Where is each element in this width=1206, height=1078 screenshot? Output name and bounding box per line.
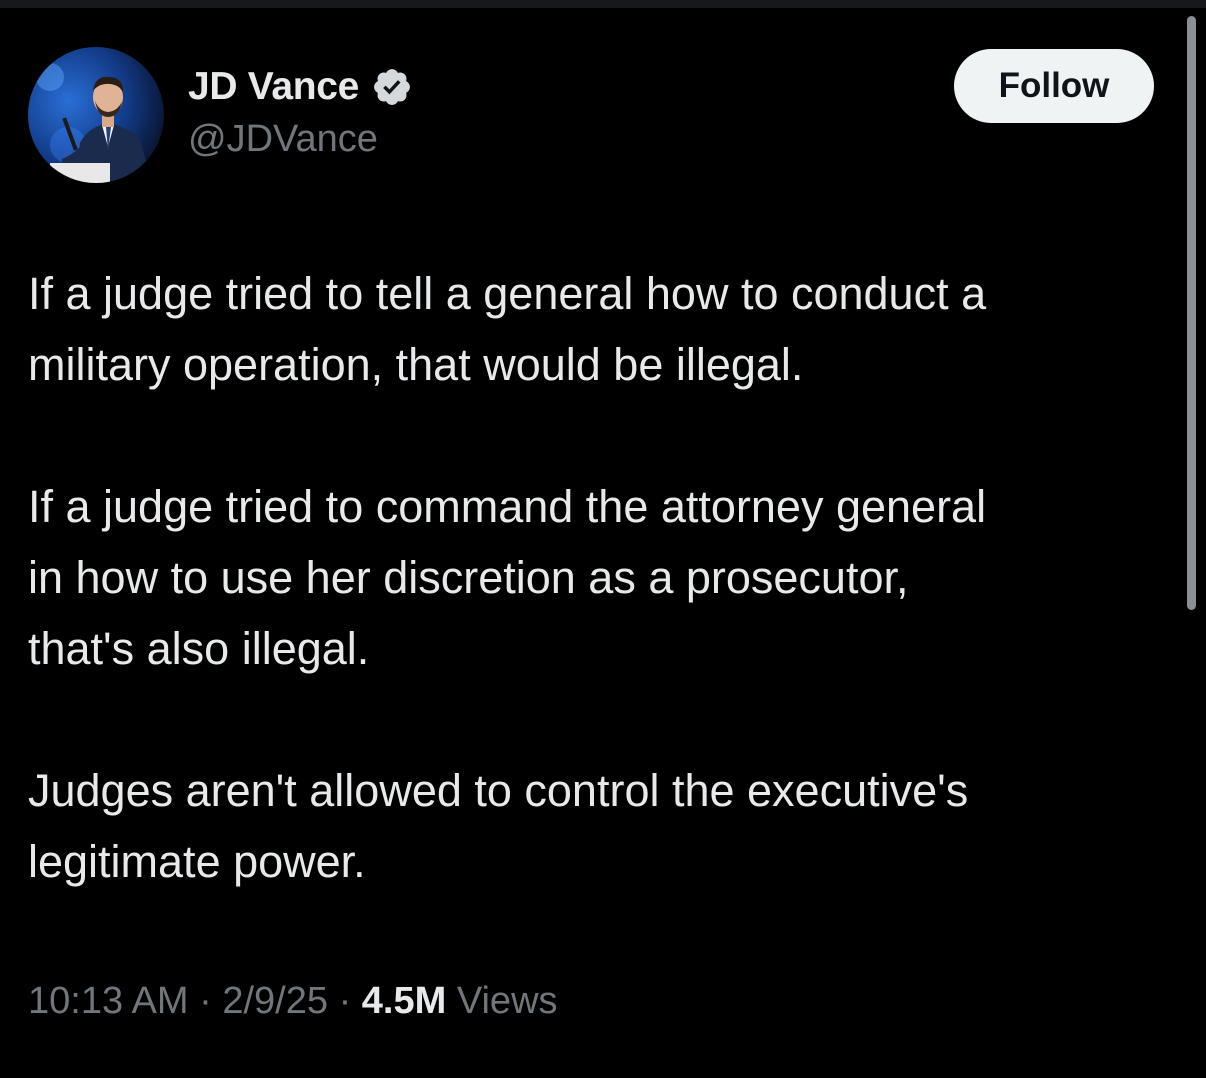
tweet-text: If a judge tried to tell a general how t… [28,258,1168,897]
author-handle[interactable]: @JDVance [188,118,378,161]
tweet-paragraph: Judges aren't allowed to control the exe… [28,765,969,887]
verified-badge-icon[interactable] [371,66,413,108]
views-label: Views [456,980,558,1022]
tweet-time[interactable]: 10:13 AM [28,980,189,1022]
views-count: 4.5M [361,980,447,1022]
tweet-card: JD Vance @JDVance Follow If a judge trie… [0,0,1206,1078]
tweet-meta: 10:13 AM · 2/9/25 · 4.5M Views [28,980,558,1023]
profile-photo-icon [28,47,164,183]
display-name[interactable]: JD Vance [188,65,359,109]
tweet-date[interactable]: 2/9/25 [222,980,328,1022]
author-name-row: JD Vance [188,62,413,112]
meta-separator: · [199,980,223,1022]
follow-button[interactable]: Follow [954,49,1154,123]
tweet-paragraph: If a judge tried to tell a general how t… [28,268,987,390]
meta-separator: · [338,980,362,1022]
tweet-paragraph: If a judge tried to command the attorney… [28,481,987,674]
scrollbar-thumb[interactable] [1187,16,1196,610]
avatar[interactable] [28,47,164,183]
